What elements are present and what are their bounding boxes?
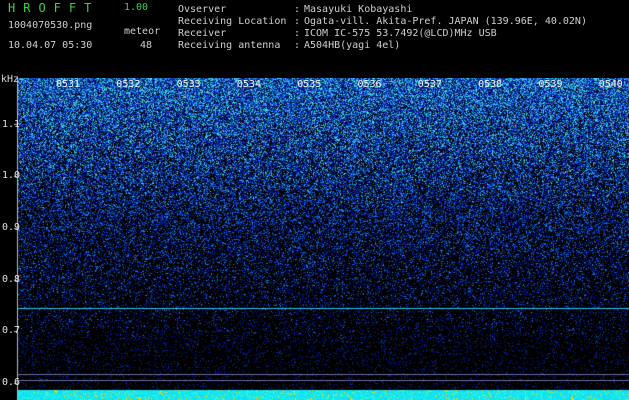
observation-datetime: 10.04.07 05:30	[8, 40, 93, 51]
x-tick-label: 0535	[297, 79, 322, 90]
image-filename: 1004070530.png	[8, 20, 93, 31]
app-name: HROFFT	[8, 1, 100, 15]
y-tick-label: 0.6	[2, 376, 21, 388]
x-tick-label: 0534	[236, 79, 261, 90]
y-tick-label: 0.8	[2, 273, 21, 285]
y-tick-label: 0.9	[2, 221, 21, 233]
y-axis-unit: kHz	[1, 74, 20, 85]
info-row-observer: Ovserver: Masayuki Kobayashi	[178, 4, 587, 16]
info-row-antenna: Receiving antenna: A504HB(yagi 4el)	[178, 40, 587, 52]
x-tick-label: 0536	[357, 79, 382, 90]
info-colon: :	[294, 4, 301, 15]
meteor-count: 48	[140, 40, 153, 51]
info-row-location: Receiving Location: Ogata-vill. Akita-Pre…	[178, 16, 587, 28]
info-colon: :	[294, 40, 301, 51]
info-key: Receiving antenna	[178, 40, 281, 51]
info-value: ICOM IC-575 53.7492(@LCD)MHz USB	[304, 28, 497, 39]
info-colon: :	[294, 16, 301, 27]
x-tick-label: 0532	[116, 79, 141, 90]
x-tick-label: 0537	[417, 79, 442, 90]
info-value: A504HB(yagi 4el)	[304, 40, 401, 51]
header-panel: HROFFT 1.00 1004070530.png meteor 10.04.…	[0, 0, 629, 78]
info-colon: :	[294, 28, 301, 39]
meteor-label: meteor	[124, 26, 161, 37]
x-tick-label: 0540	[598, 79, 623, 90]
info-key: Receiver	[178, 28, 227, 39]
info-key: Ovserver	[178, 4, 227, 15]
info-value: Ogata-vill. Akita-Pref. JAPAN (139.96E, …	[304, 16, 587, 27]
x-tick-label: 0533	[176, 79, 201, 90]
x-tick-label: 0531	[56, 79, 81, 90]
info-row-receiver: Receiver: ICOM IC-575 53.7492(@LCD)MHz US…	[178, 28, 587, 40]
observation-info: Ovserver: Masayuki Kobayashi Receiving Lo…	[178, 4, 587, 52]
y-tick-label: 1.1	[2, 118, 21, 130]
y-tick-label: 1.0	[2, 170, 21, 182]
y-tick-label: 0.7	[2, 325, 21, 337]
x-tick-label: 0539	[538, 79, 563, 90]
spectrogram-canvas	[0, 78, 629, 400]
x-tick-label: 0538	[478, 79, 503, 90]
info-key: Receiving Location	[178, 16, 287, 27]
app-version: 1.00	[124, 2, 149, 13]
info-value: Masayuki Kobayashi	[304, 4, 413, 15]
